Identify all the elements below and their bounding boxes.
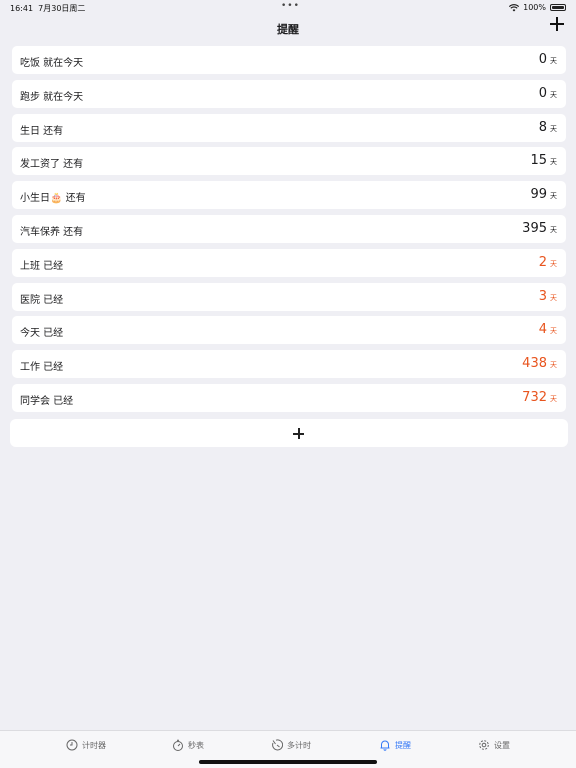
wifi-icon [509,3,520,11]
reminder-unit: 天 [550,361,557,370]
bell-icon [380,740,390,751]
add-reminder-button[interactable] [550,17,564,31]
status-date: 7月30日周二 [38,4,86,13]
reminder-label: 工作 已经 [20,362,64,374]
tab-label: 多计时 [287,740,311,750]
reminder-row[interactable]: 生日 还有 8 天 [12,113,566,142]
reminder-value: 8天 [539,120,557,135]
reminder-label: 生日 还有 [20,125,64,137]
reminder-days: 4 [538,322,547,338]
reminder-row[interactable]: 上班 已经 2 天 [12,248,566,277]
status-right: 100% [509,3,566,12]
reminder-label: 医院 已经 [20,294,64,306]
reminder-label: 同学会 已经 [20,395,74,407]
battery-icon [550,4,566,11]
reminder-days: 0 [538,85,547,101]
home-indicator [199,760,377,764]
reminder-days: 732 [522,389,547,405]
stopwatch-icon [173,739,183,751]
tab-label: 秒表 [188,740,204,750]
reminder-row[interactable]: 小生日🎂 还有 99 天 [12,181,566,210]
add-reminder-row-button[interactable] [10,419,568,447]
reminder-label: 跑步 就在今天 [20,91,84,103]
reminder-row[interactable]: 吃饭 就在今天 0 天 [12,46,566,74]
reminder-days: 395 [522,220,547,236]
reminder-row[interactable]: 工作 已经 438 天 [12,350,566,379]
reminder-unit: 天 [550,225,557,234]
reminder-unit: 天 [550,158,557,167]
status-bar: 16:41 7月30日周二 ••• 100% [0,0,576,14]
reminder-list: 吃饭 就在今天 0 天跑步 就在今天 0 天生日 还有 8 天发工资了 还有 15 天小生日🎂 … [12,46,566,418]
tab-label: 提醒 [395,740,411,750]
tab-label: 计时器 [82,740,106,750]
reminder-unit: 天 [550,259,557,268]
reminder-label: 上班 已经 [20,260,64,272]
tab-settings[interactable]: 设置 [478,739,510,751]
reminder-row[interactable]: 发工资了 还有 15 天 [12,147,566,176]
battery-percent: 100% [523,3,546,12]
reminder-unit: 天 [550,90,557,99]
tab-multi-timer[interactable]: 多计时 [271,739,311,751]
status-clock: 16:41 [10,4,34,13]
clock-icon [66,739,78,751]
reminder-row[interactable]: 汽车保养 还有 395 天 [12,214,566,243]
status-time: 16:41 7月30日周二 [10,3,85,14]
reminder-value: 3天 [539,289,557,304]
reminder-value: 15 天 [530,153,557,168]
reminder-days: 438 [522,356,547,372]
reminder-unit: 天 [550,57,557,65]
page-title: 提醒 [277,23,299,36]
reminder-label: 汽车保养 还有 [20,226,84,238]
reminder-unit: 天 [550,192,557,201]
reminder-label: 吃饭 就在今天 [20,58,84,69]
reminder-days: 3 [538,288,547,304]
gear-icon [479,740,489,750]
reminder-label: 发工资了 还有 [20,159,84,171]
multi-timer-icon [272,739,283,751]
reminder-row[interactable]: 今天 已经 4 天 [12,316,566,345]
reminder-days: 99 [530,187,547,203]
nav-bar: 提醒 [0,16,576,40]
reminder-value: 99 天 [530,187,557,202]
reminder-unit: 天 [550,327,557,336]
reminder-days: 2 [538,254,547,270]
reminder-value: 395 天 [522,221,557,236]
reminder-days: 15 [530,153,547,169]
reminder-value: 0天 [539,86,557,101]
multitasking-dots-icon[interactable]: ••• [281,1,300,11]
reminder-value: 0天 [539,52,557,67]
reminder-row[interactable]: 同学会 已经 732 天 [12,383,566,412]
tab-reminders[interactable]: 提醒 [379,739,411,751]
reminder-value: 2天 [539,255,557,270]
reminder-unit: 天 [550,124,557,133]
tab-label: 设置 [494,740,510,750]
plus-icon [293,428,304,439]
reminder-value: 732 天 [522,390,557,405]
reminder-label: 今天 已经 [20,328,64,340]
tab-stopwatch[interactable]: 秒表 [172,739,204,751]
reminder-days: 8 [538,119,547,135]
reminder-label: 小生日🎂 还有 [20,193,86,205]
reminder-unit: 天 [550,293,557,302]
reminder-unit: 天 [550,394,557,403]
reminder-days: 0 [538,52,547,67]
reminder-row[interactable]: 医院 已经 3 天 [12,282,566,311]
tab-timer[interactable]: 计时器 [66,739,106,751]
reminder-value: 4天 [539,322,557,337]
reminder-row[interactable]: 跑步 就在今天 0 天 [12,79,566,108]
reminder-value: 438 天 [522,356,557,371]
